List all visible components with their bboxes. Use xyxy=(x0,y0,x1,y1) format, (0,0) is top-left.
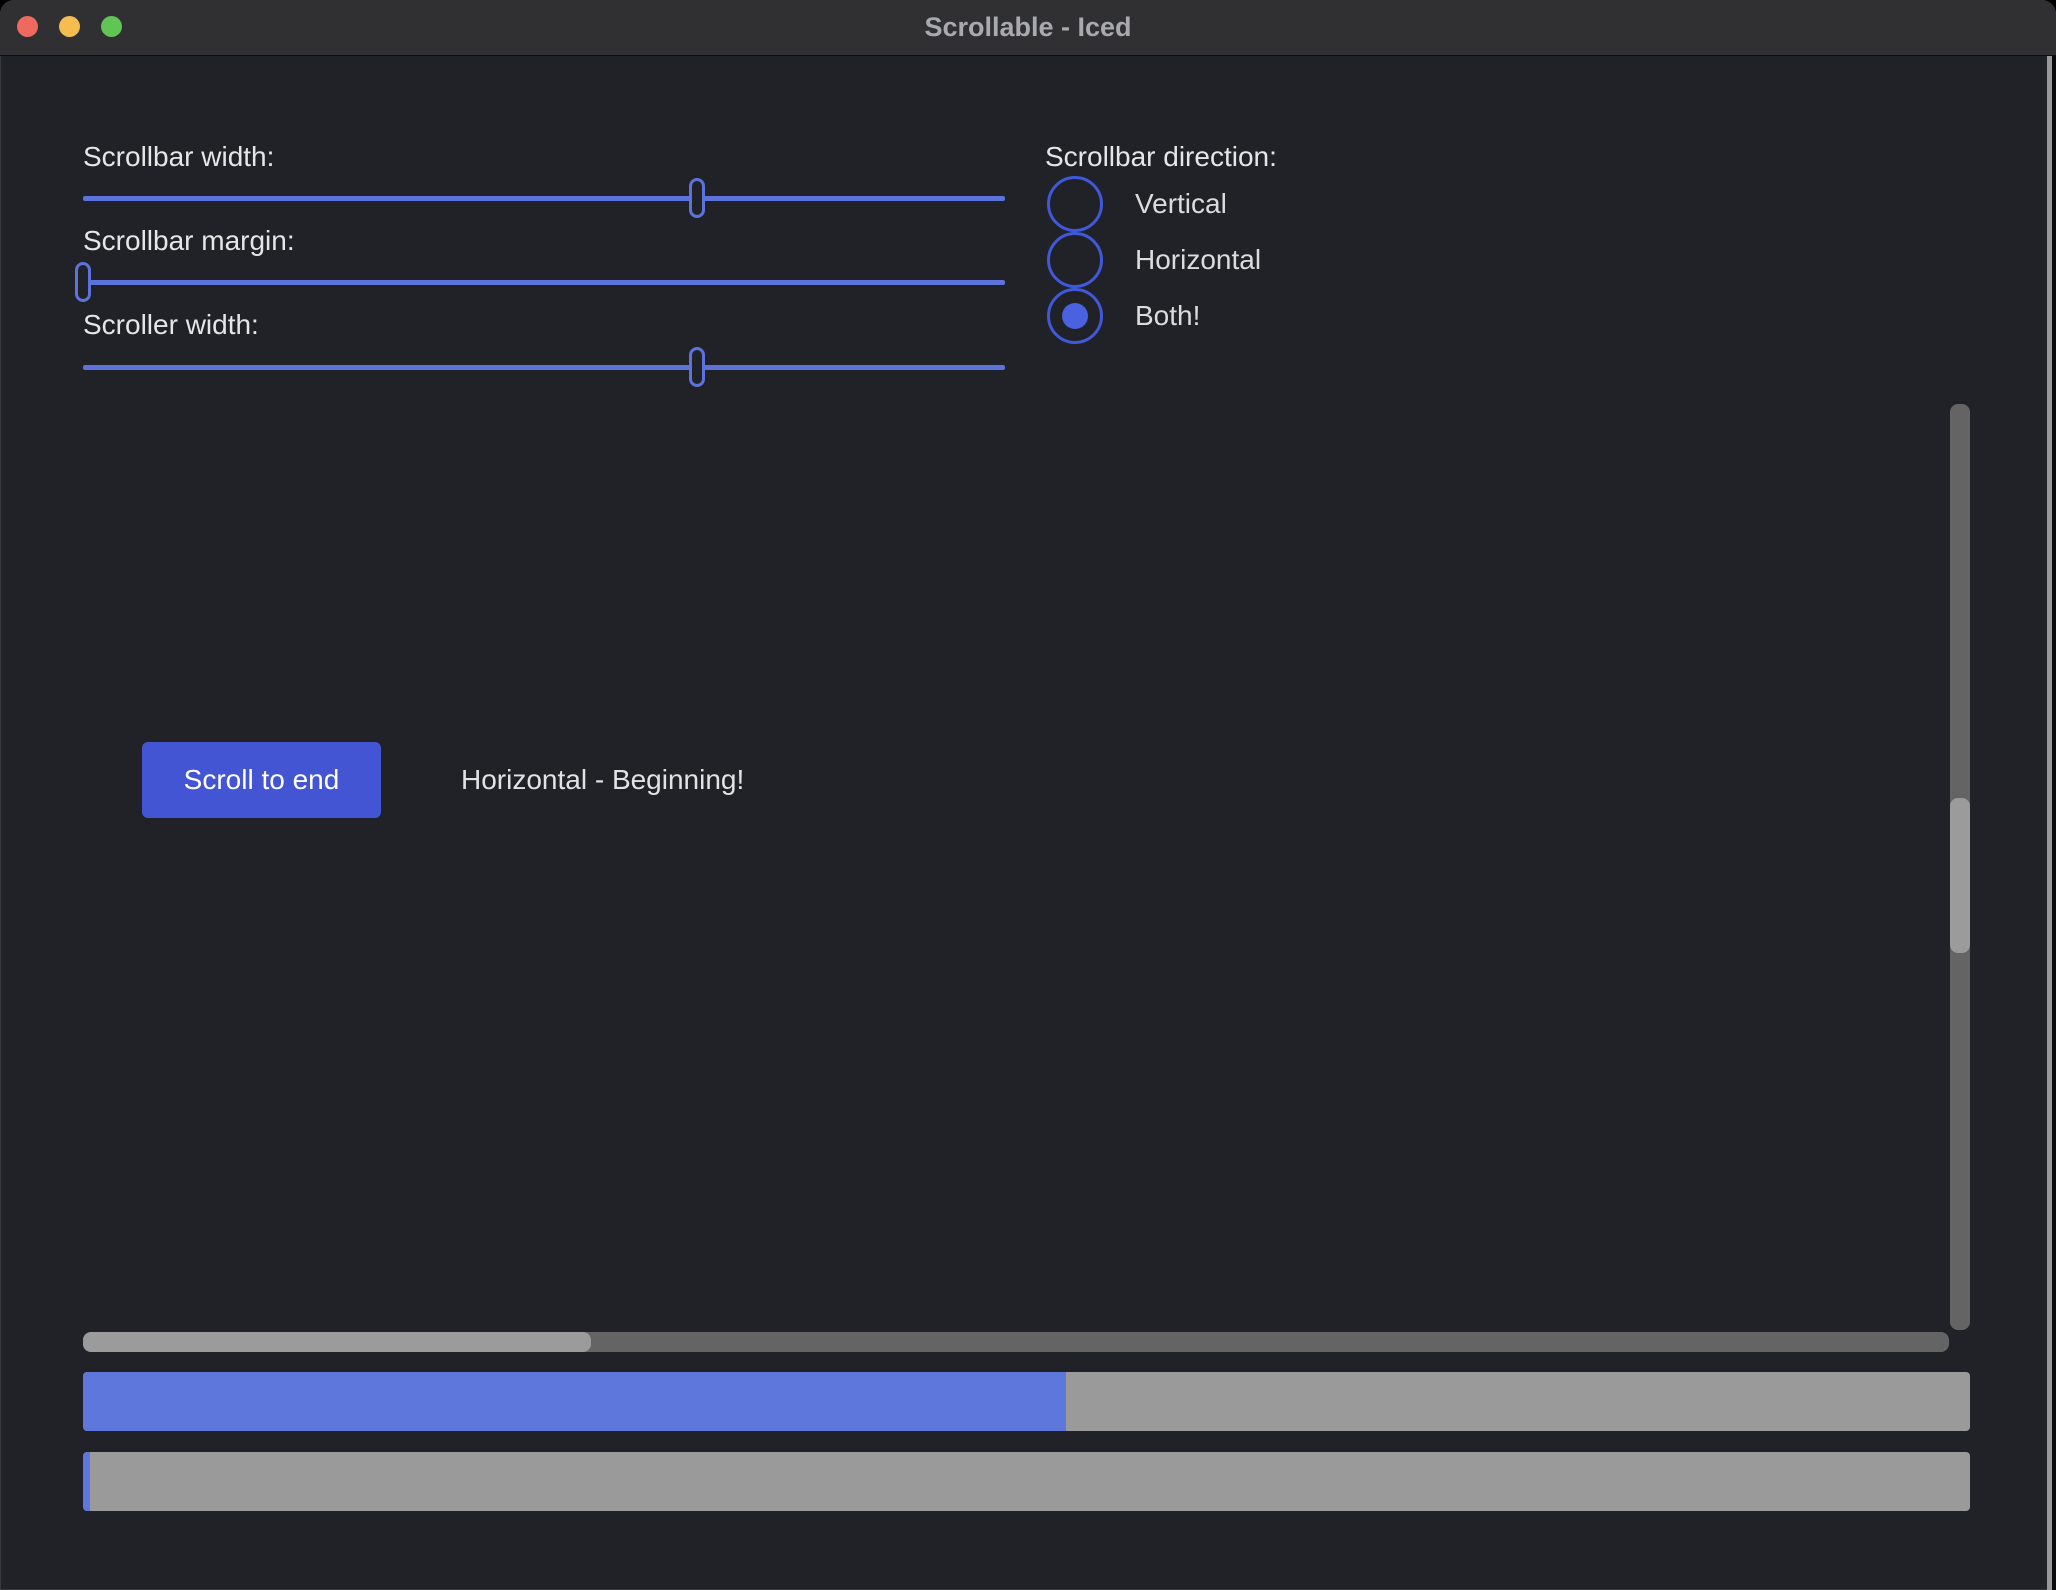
scroll-to-end-button[interactable]: Scroll to end xyxy=(142,742,381,818)
radio-label: Both! xyxy=(1135,298,1200,334)
radio-circle-icon xyxy=(1047,232,1103,288)
radio-selected-dot xyxy=(1062,303,1088,329)
window-title: Scrollable - Iced xyxy=(0,0,2056,55)
slider-handle[interactable] xyxy=(75,262,91,302)
scrollbar-width-label: Scrollbar width: xyxy=(83,139,274,175)
slider-handle[interactable] xyxy=(689,347,705,387)
window-edge-shadow xyxy=(2052,56,2056,1590)
slider-rail xyxy=(83,280,1005,285)
titlebar: Scrollable - Iced xyxy=(0,0,2056,56)
scrollbar-margin-slider[interactable] xyxy=(83,260,1005,304)
scrollbar-width-slider[interactable] xyxy=(83,176,1005,220)
radio-label: Vertical xyxy=(1135,186,1227,222)
horizontal-scrollbar-track[interactable] xyxy=(83,1332,1949,1352)
horizontal-scrollbar-thumb[interactable] xyxy=(83,1332,591,1352)
scrollbar-direction-label: Scrollbar direction: xyxy=(1045,139,1277,175)
scroller-width-slider[interactable] xyxy=(83,345,1005,389)
vertical-progress-bar xyxy=(83,1452,1970,1511)
progress-fill xyxy=(83,1452,90,1511)
progress-fill xyxy=(83,1372,1066,1431)
slider-handle[interactable] xyxy=(689,178,705,218)
slider-rail xyxy=(83,365,1005,370)
vertical-scrollbar-thumb[interactable] xyxy=(1950,798,1970,953)
horizontal-progress-bar xyxy=(83,1372,1970,1431)
radio-circle-icon xyxy=(1047,176,1103,232)
scroll-status-text: Horizontal - Beginning! xyxy=(461,762,744,798)
slider-rail xyxy=(83,196,1005,201)
scrollbar-margin-label: Scrollbar margin: xyxy=(83,223,295,259)
vertical-scrollbar-track[interactable] xyxy=(1950,404,1970,1330)
radio-label: Horizontal xyxy=(1135,242,1261,278)
scroller-width-label: Scroller width: xyxy=(83,307,259,343)
app-window: Scrollable - Iced Scrollbar width: Scrol… xyxy=(0,0,2056,1590)
